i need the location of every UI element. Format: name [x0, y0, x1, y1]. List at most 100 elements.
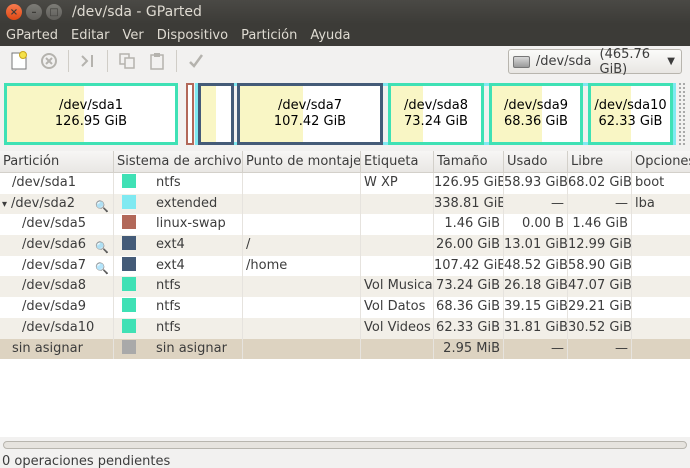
cell-filesystem: ext4	[114, 235, 243, 256]
maximize-window-button[interactable]: □	[46, 4, 62, 20]
device-selector[interactable]: /dev/sda (465.76 GiB) ▼	[508, 46, 682, 77]
cell-partition: /dev/sda1	[0, 173, 114, 194]
toolbar-separator	[68, 50, 69, 72]
cell-used: 58.93 GiB	[504, 173, 568, 194]
diskmap-label: /dev/sda9 68.36 GiB	[504, 98, 568, 129]
cell-free: —	[568, 193, 632, 215]
col-particion[interactable]: Partición	[0, 151, 114, 172]
cell-mountpoint	[243, 317, 361, 339]
cell-free: 68.02 GiB	[568, 173, 632, 194]
filesystem-name: sin asignar	[156, 340, 227, 356]
copy-button[interactable]	[116, 50, 138, 72]
partition-name: /dev/sda8	[22, 278, 86, 294]
table-row[interactable]: /dev/sda10 ntfs Vol Videos 62.33 GiB 31.81 G…	[0, 317, 690, 339]
resize-icon	[81, 55, 93, 67]
menu-ver[interactable]: Ver	[117, 28, 144, 43]
partition-name: /dev/sda9	[22, 299, 86, 315]
col-tamano[interactable]: Tamaño	[434, 151, 504, 172]
unallocated-bar[interactable]	[679, 83, 685, 145]
cell-partition: sin asignar	[0, 338, 114, 360]
delete-partition-button[interactable]	[38, 50, 60, 72]
paste-button[interactable]	[146, 50, 168, 72]
cell-partition: ▾ /dev/sda2 🔍	[0, 193, 114, 215]
filesystem-color-swatch	[122, 174, 136, 188]
table-row[interactable]: /dev/sda5 linux-swap 1.46 GiB 0.00 B 1.46 Gi…	[0, 214, 690, 236]
cell-used: 13.01 GiB	[504, 235, 568, 256]
cell-partition: /dev/sda5	[0, 214, 114, 236]
delete-icon	[41, 53, 57, 69]
cell-mountpoint	[243, 193, 361, 215]
cell-flags	[632, 214, 690, 235]
cell-size: 62.33 GiB	[434, 317, 504, 339]
cell-size: 73.24 GiB	[434, 276, 504, 298]
cell-size: 338.81 GiB	[434, 193, 504, 215]
table-body: /dev/sda1 ntfs W XP 126.95 GiB 58.93 GiB 68.0…	[0, 173, 690, 360]
cell-partition: /dev/sda6 🔍	[0, 235, 114, 256]
resize-move-button[interactable]	[77, 50, 99, 72]
diskmap-sda8[interactable]: /dev/sda8 73.24 GiB	[388, 83, 484, 145]
device-size: (465.76 GiB)	[599, 46, 651, 77]
menu-ayuda[interactable]: Ayuda	[304, 28, 350, 43]
diskmap-sda7[interactable]: /dev/sda7 107.42 GiB	[237, 83, 383, 145]
cell-free: 58.90 GiB	[568, 255, 632, 277]
scrollbar-track[interactable]	[3, 441, 687, 449]
cell-mountpoint: /home	[243, 255, 361, 277]
diskmap-label: /dev/sda8 73.24 GiB	[404, 98, 468, 129]
menu-editar[interactable]: Editar	[65, 28, 110, 43]
table-row[interactable]: ▾/dev/sda2 🔍 extended 338.81 GiB — — lba	[0, 193, 690, 215]
diskmap-sda10[interactable]: /dev/sda10 62.33 GiB	[588, 83, 673, 145]
col-etiqueta[interactable]: Etiqueta	[361, 151, 434, 172]
diskmap-sda9[interactable]: /dev/sda9 68.36 GiB	[489, 83, 583, 145]
menu-dispositivo[interactable]: Dispositivo	[151, 28, 228, 43]
key-icon: 🔍	[95, 261, 109, 275]
cell-size: 107.42 GiB	[434, 255, 504, 277]
apply-button[interactable]	[185, 50, 207, 72]
menu-gparted[interactable]: GParted	[0, 28, 58, 43]
menu-bar: GParted Editar Ver Dispositivo Partición…	[0, 24, 690, 46]
title-bar: × – □ /dev/sda - GParted	[0, 0, 690, 24]
new-icon	[11, 51, 27, 70]
diskmap-sda6[interactable]	[198, 83, 234, 145]
cell-filesystem: sin asignar	[114, 338, 243, 360]
col-usado[interactable]: Usado	[504, 151, 568, 172]
table-row[interactable]: /dev/sda7 🔍 ext4/home 107.42 GiB 48.52 GiB 58…	[0, 255, 690, 277]
cell-free: 30.52 GiB	[568, 317, 632, 339]
cell-flags: boot	[635, 175, 665, 190]
paste-icon	[150, 53, 164, 70]
cell-filesystem: ntfs	[114, 276, 243, 298]
expander-icon[interactable]: ▾	[2, 199, 7, 210]
table-row[interactable]: /dev/sda8 ntfs Vol Musica 73.24 GiB 26.18 Gi…	[0, 276, 690, 298]
toolbar: /dev/sda (465.76 GiB) ▼	[0, 46, 690, 77]
close-window-button[interactable]: ×	[6, 4, 22, 20]
cell-mountpoint	[243, 276, 361, 298]
toolbar-separator	[176, 50, 177, 72]
partition-name: /dev/sda10	[22, 319, 95, 335]
cell-mountpoint	[243, 338, 361, 360]
diskmap-sda1[interactable]: /dev/sda1 126.95 GiB	[4, 83, 178, 145]
diskmap-sda5[interactable]	[186, 83, 194, 145]
cell-used: 31.81 GiB	[504, 317, 568, 339]
filesystem-name: ext4	[156, 257, 185, 273]
used-space-fill	[201, 86, 216, 142]
cell-label	[361, 255, 434, 277]
new-partition-button[interactable]	[8, 50, 30, 72]
col-libre[interactable]: Libre	[568, 151, 632, 172]
table-row[interactable]: /dev/sda9 ntfs Vol Datos 68.36 GiB 39.15 GiB…	[0, 297, 690, 318]
minimize-window-button[interactable]: –	[26, 4, 42, 20]
filesystem-name: extended	[156, 195, 218, 211]
horizontal-scrollbar[interactable]	[0, 438, 690, 452]
table-row[interactable]: /dev/sda1 ntfs W XP 126.95 GiB 58.93 GiB 68.0…	[0, 173, 690, 194]
col-punto-montaje[interactable]: Punto de montaje	[243, 151, 361, 172]
col-sistema-archivos[interactable]: Sistema de archivos	[114, 151, 243, 172]
menu-particion[interactable]: Partición	[235, 28, 297, 43]
cell-filesystem: ntfs	[114, 317, 243, 339]
filesystem-color-swatch	[122, 339, 136, 354]
table-row[interactable]: /dev/sda6 🔍 ext4 / 26.00 GiB 13.01 GiB 12.99 G…	[0, 235, 690, 256]
table-row[interactable]: sin asignar sin asignar 2.95 MiB — —	[0, 338, 690, 360]
cell-flags	[632, 297, 690, 318]
cell-free: —	[568, 338, 632, 360]
filesystem-name: ntfs	[156, 175, 181, 190]
col-opciones[interactable]: Opciones	[632, 151, 690, 172]
partition-name: /dev/sda2	[11, 195, 75, 211]
partition-name: /dev/sda7	[22, 257, 86, 273]
